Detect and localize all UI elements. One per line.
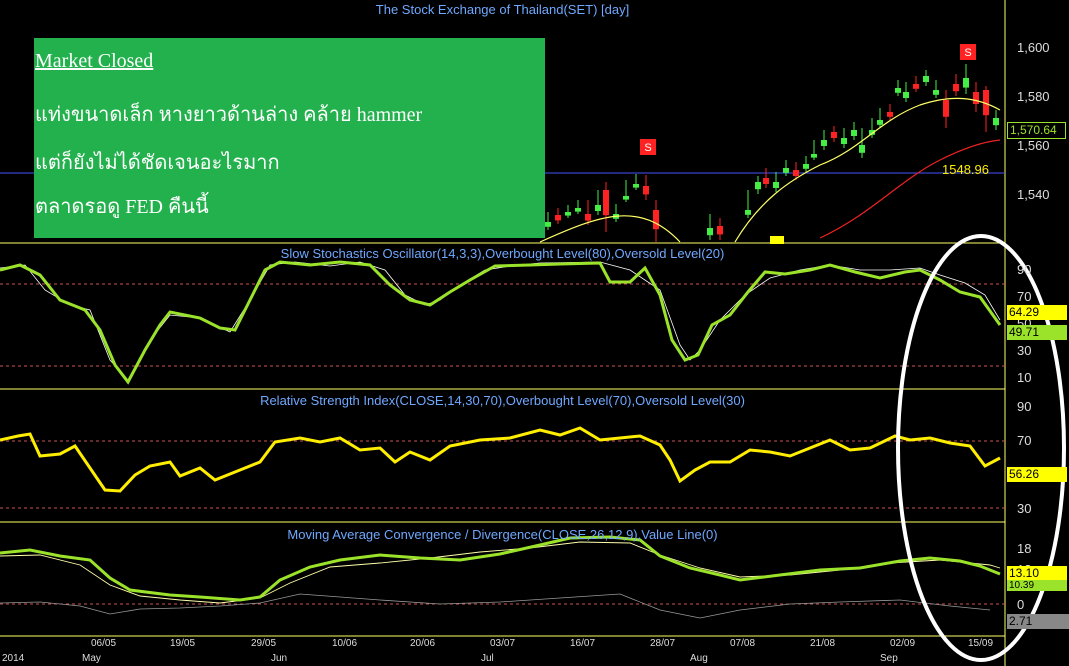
candle-body xyxy=(707,228,713,236)
stoch-axis-label: 90 xyxy=(1017,262,1032,277)
candle-body xyxy=(763,178,769,184)
macd-panel-title: Moving Average Convergence / Divergence(… xyxy=(287,527,718,542)
stoch-axis-label: 10 xyxy=(1017,370,1032,385)
price-axis-label: 1,580 xyxy=(1017,89,1050,104)
stoch-axis-label: 70 xyxy=(1017,289,1032,304)
candle-body xyxy=(993,118,999,126)
macd-histogram-line xyxy=(0,593,991,619)
rsi-axis-label: 90 xyxy=(1017,399,1032,414)
candle-body xyxy=(793,170,799,176)
candle-body xyxy=(963,78,969,88)
candle-body xyxy=(575,208,581,212)
sell-signal-marker[interactable]: S xyxy=(640,139,656,155)
month-label: 2014 xyxy=(2,653,25,664)
candle-body xyxy=(783,168,789,173)
candle-body xyxy=(643,186,649,195)
month-label: Sep xyxy=(880,653,898,664)
candle-body xyxy=(653,210,659,230)
candle-body xyxy=(895,88,901,93)
month-label: Aug xyxy=(690,653,708,664)
macd-signal-tag: 10.39 xyxy=(1007,580,1067,591)
svg-text:S: S xyxy=(644,142,651,154)
candle-body xyxy=(887,112,893,117)
candle-body xyxy=(933,90,939,95)
candle-body xyxy=(755,182,761,190)
date-label: 10/06 xyxy=(332,638,358,649)
date-label: 21/08 xyxy=(810,638,836,649)
candle-body xyxy=(803,164,809,169)
candle-body xyxy=(555,215,561,221)
candle-body xyxy=(717,226,723,235)
macd-line xyxy=(0,535,1001,602)
rsi-line xyxy=(0,426,1001,493)
macd-axis-label: 0 xyxy=(1017,597,1025,612)
stoch-d-tag: 49.71 xyxy=(1007,325,1067,340)
buy-signal-marker[interactable] xyxy=(770,236,784,244)
note-line: แต่ก็ยังไม่ได้ชัดเจนอะไรมาก xyxy=(35,152,280,174)
date-label: 19/05 xyxy=(170,638,196,649)
annotation-note: Market Closed แท่งขนาดเล็ก หางยาวด้านล่า… xyxy=(34,38,545,238)
last-price-tag: 1,570.64 xyxy=(1007,122,1066,139)
date-label: 28/07 xyxy=(650,638,676,649)
candle-body xyxy=(623,196,629,200)
candle-body xyxy=(545,222,551,227)
candle-body xyxy=(903,92,909,98)
window-title: The Stock Exchange of Thailand(SET) [day… xyxy=(375,2,630,17)
price-axis-label: 1,540 xyxy=(1017,187,1050,202)
price-ma-slow xyxy=(819,139,1001,239)
stoch-panel-title: Slow Stochastics Oscillator(14,3,3),Over… xyxy=(280,246,725,261)
svg-text:S: S xyxy=(964,47,971,59)
note-heading: Market Closed xyxy=(35,50,154,72)
rsi-axis-label: 70 xyxy=(1017,433,1032,448)
macd-tag: 13.10 xyxy=(1007,566,1067,581)
note-line: ตลาดรอดู FED คืนนี้ xyxy=(35,196,209,218)
stoch-axis-label: 30 xyxy=(1017,343,1032,358)
rsi-tag: 56.26 xyxy=(1007,467,1067,482)
macd-hist-tag: 2.71 xyxy=(1007,614,1069,629)
candle-body xyxy=(953,84,959,92)
candle-body xyxy=(851,130,857,136)
month-label: Jun xyxy=(271,653,288,664)
month-label: May xyxy=(82,653,101,664)
price-axis-label: 1,560 xyxy=(1017,138,1050,153)
date-label: 16/07 xyxy=(570,638,596,649)
stoch-k-tag: 64.29 xyxy=(1007,305,1067,320)
stoch-d-line xyxy=(0,261,1001,381)
candle-body xyxy=(859,145,865,153)
date-label: 07/08 xyxy=(730,638,756,649)
candle-body xyxy=(773,182,779,188)
candle-body xyxy=(633,184,639,188)
reference-level-label: 1548.96 xyxy=(942,162,989,177)
candle-body xyxy=(595,205,601,211)
candlesticks xyxy=(545,64,999,242)
rsi-axis-label: 30 xyxy=(1017,501,1032,516)
candle-body xyxy=(831,132,837,138)
rsi-panel-title: Relative Strength Index(CLOSE,14,30,70),… xyxy=(260,393,745,408)
candle-body xyxy=(943,100,949,117)
candle-body xyxy=(821,140,827,146)
candle-body xyxy=(585,214,591,221)
price-ma-fast xyxy=(539,97,1001,243)
candle-body xyxy=(565,212,571,216)
sell-signal-marker[interactable]: S xyxy=(960,44,976,60)
macd-axis-label: 18 xyxy=(1017,541,1032,556)
candle-body xyxy=(841,138,847,144)
date-label: 03/07 xyxy=(490,638,516,649)
date-label: 15/09 xyxy=(968,638,994,649)
candle-body xyxy=(973,92,979,104)
candle-body xyxy=(603,190,609,216)
note-line: แท่งขนาดเล็ก หางยาวด้านล่าง คล้าย hammer xyxy=(35,104,423,126)
date-label: 20/06 xyxy=(410,638,436,649)
price-axis-label: 1,600 xyxy=(1017,40,1050,55)
candle-body xyxy=(877,120,883,125)
date-label: 02/09 xyxy=(890,638,916,649)
month-label: Jul xyxy=(481,653,494,664)
candle-body xyxy=(923,76,929,82)
stoch-k-line xyxy=(0,260,1002,385)
date-label: 06/05 xyxy=(91,638,117,649)
candle-body xyxy=(913,84,919,89)
candle-body xyxy=(745,210,751,215)
candle-body xyxy=(811,154,817,158)
date-label: 29/05 xyxy=(251,638,277,649)
